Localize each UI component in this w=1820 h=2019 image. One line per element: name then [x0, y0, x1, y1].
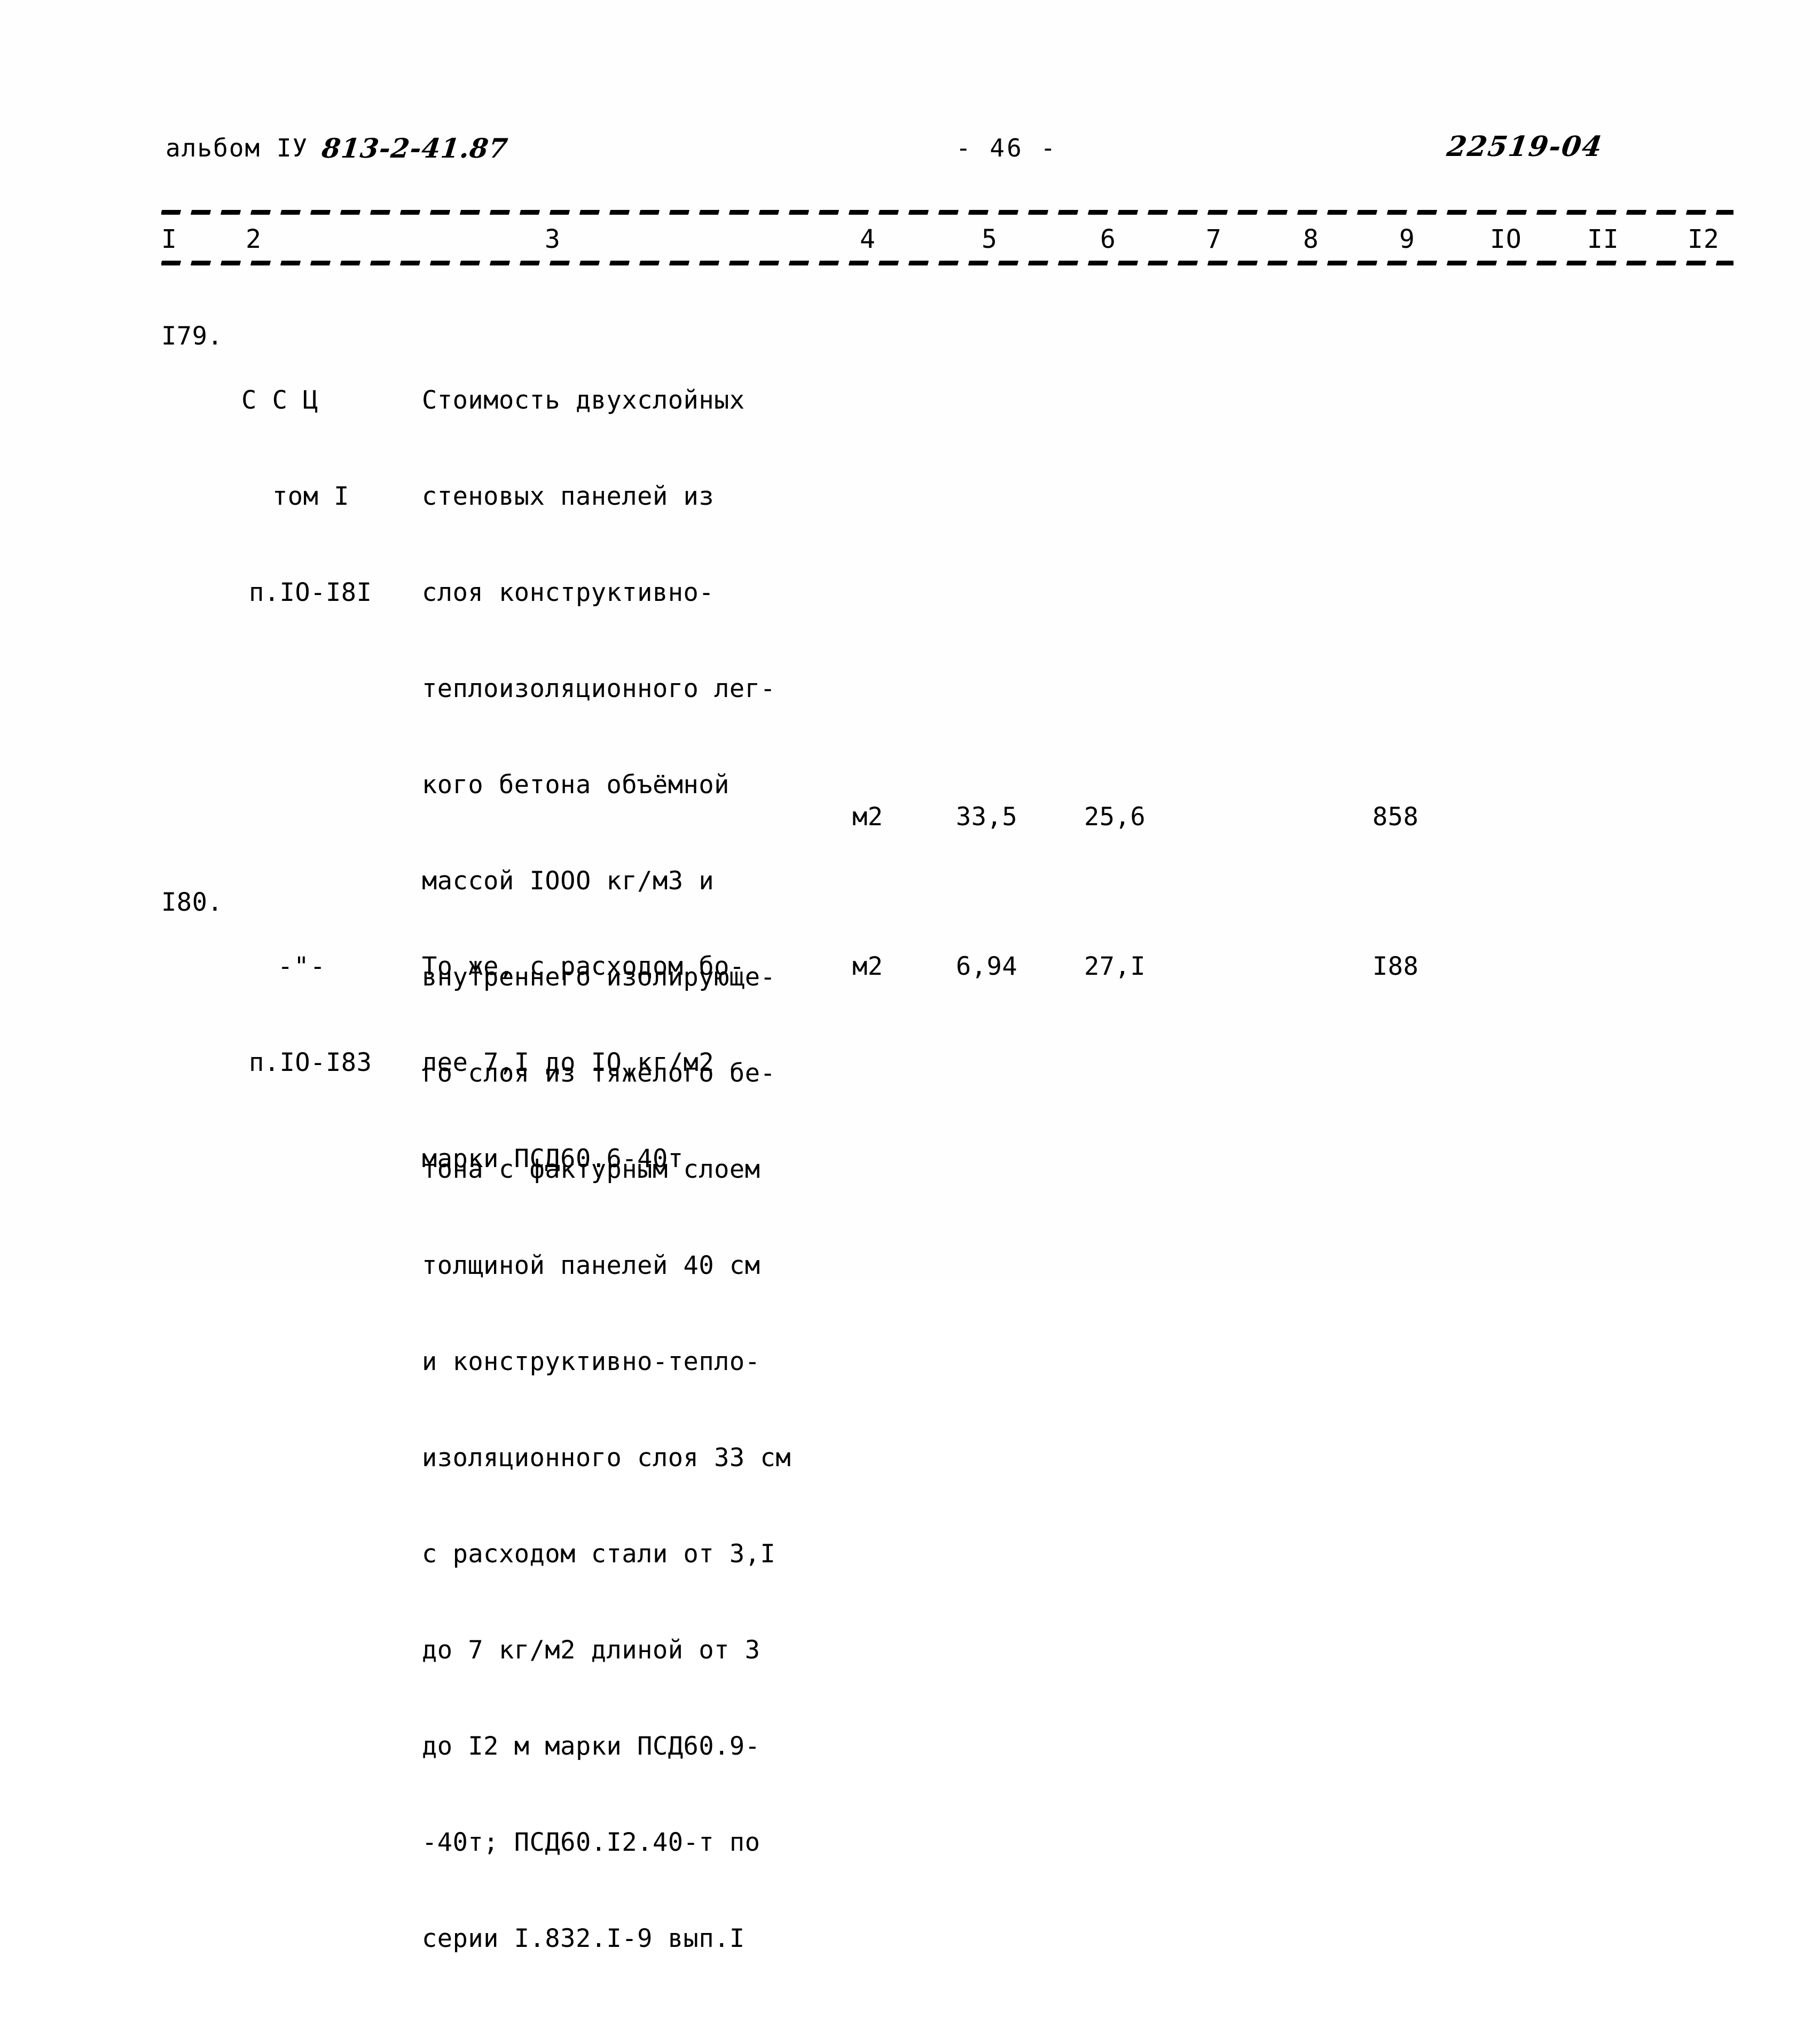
row-number: I79.	[161, 322, 223, 351]
document-page: альбом IУ 813-2-41.87 - 46 - 22519-04 I 2…	[0, 0, 1820, 1953]
description-line: теплоизоляционного лег-	[422, 674, 776, 703]
row-value-col6: 27,I	[1084, 952, 1146, 981]
description-line: стеновых панелей из	[422, 482, 715, 511]
description-line: марки ПСД60.6-40т	[422, 1144, 684, 1173]
album-code-handwritten: 813-2-41.87	[320, 132, 510, 164]
description-line: до 7 кг/м2 длиной от 3	[422, 1635, 760, 1665]
description-line: толщиной панелей 40 см	[422, 1251, 760, 1280]
justification-line-2: том I	[272, 482, 349, 511]
row-value-col5: 6,94	[956, 952, 1018, 981]
row-value-col9: I88	[1372, 952, 1419, 981]
table-rule-bottom	[161, 261, 1733, 266]
row-description: То же, с расходом бо- лее 7,I до IO кг/м…	[422, 887, 745, 1239]
page-number: - 46 -	[956, 134, 1058, 162]
description-line: и конструктивно-тепло-	[422, 1347, 760, 1376]
description-line: Стоимость двухслойных	[422, 386, 745, 415]
justification-line-1: С С Ц	[241, 386, 318, 415]
description-line: лее 7,I до IO кг/м2	[422, 1048, 715, 1077]
description-line: серии I.832.I-9 вып.I	[422, 1924, 745, 1953]
archive-code-handwritten: 22519-04	[1445, 130, 1605, 163]
album-label-group: альбом IУ 813-2-41.87	[166, 132, 510, 164]
description-line: слоя конструктивно-	[422, 578, 715, 607]
row-value-col9: 858	[1372, 802, 1419, 832]
justification-line-3: п.IO-I8I	[249, 578, 372, 607]
justification-line-2: п.IO-I83	[249, 1048, 372, 1077]
column-number-9: 9	[1399, 224, 1415, 254]
description-line: с расходом стали от 3,I	[422, 1539, 776, 1569]
column-number-10: IO	[1490, 224, 1522, 254]
column-number-1: I	[161, 224, 177, 254]
row-justification: С С Ц том I п.IO-I8I	[241, 320, 372, 673]
row-unit: м2	[852, 952, 883, 981]
album-label: альбом IУ	[166, 134, 309, 162]
description-line: То же, с расходом бо-	[422, 952, 745, 981]
column-number-3: 3	[545, 224, 561, 254]
table-rule-top	[161, 210, 1733, 215]
row-justification: -"- п.IO-I83	[241, 887, 372, 1143]
description-line: -40т; ПСД60.I2.40-т по	[422, 1828, 760, 1857]
ditto-mark: -"-	[278, 952, 326, 981]
row-unit: м2	[852, 802, 883, 832]
column-number-5: 5	[982, 224, 998, 254]
row-number: I80.	[161, 888, 223, 917]
column-number-6: 6	[1100, 224, 1116, 254]
column-number-11: II	[1587, 224, 1619, 254]
column-number-7: 7	[1206, 224, 1222, 254]
description-line: изоляционного слоя 33 см	[422, 1443, 791, 1473]
description-line: до I2 м марки ПСД60.9-	[422, 1732, 760, 1761]
column-number-8: 8	[1303, 224, 1319, 254]
column-number-row: I 2 3 4 5 6 7 8 9 IO II I2	[0, 224, 1820, 257]
description-line: кого бетона объёмной	[422, 770, 729, 800]
column-number-2: 2	[246, 224, 262, 254]
page-header: альбом IУ 813-2-41.87 - 46 - 22519-04	[0, 130, 1820, 170]
column-number-12: I2	[1688, 224, 1720, 254]
row-value-col5: 33,5	[956, 802, 1018, 832]
column-number-4: 4	[860, 224, 876, 254]
row-value-col6: 25,6	[1084, 802, 1146, 832]
